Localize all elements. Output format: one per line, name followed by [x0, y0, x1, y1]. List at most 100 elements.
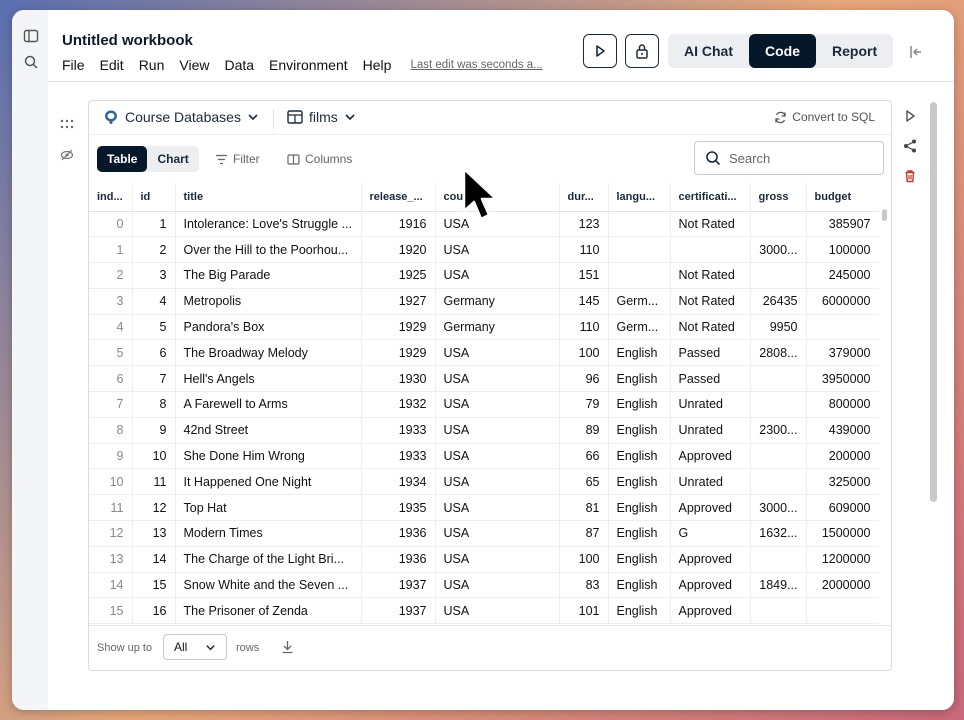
- run-cell-icon[interactable]: [902, 108, 918, 124]
- table-cell[interactable]: USA: [435, 572, 560, 599]
- table-cell[interactable]: 2: [132, 236, 176, 264]
- table-cell[interactable]: She Done Him Wrong: [175, 443, 362, 470]
- table-row[interactable]: 3 4 Metropolis 1927 Germany 145 Germ... Not Rat…: [89, 288, 879, 315]
- table-cell[interactable]: Modern Times: [175, 520, 362, 547]
- table-cell[interactable]: 10: [89, 468, 133, 496]
- table-cell[interactable]: 42nd Street: [175, 417, 362, 444]
- table-cell[interactable]: 1500000: [806, 520, 879, 547]
- table-row[interactable]: 1 2 Over the Hill to the Poorhou... 1920 USA…: [89, 236, 879, 264]
- table-cell[interactable]: Over the Hill to the Poorhou...: [175, 236, 362, 264]
- table-cell[interactable]: [750, 391, 807, 418]
- table-row[interactable]: 2 3 The Big Parade 1925 USA 151 Not Rated 24500…: [89, 262, 879, 289]
- mode-report[interactable]: Report: [816, 34, 893, 68]
- table-cell[interactable]: Not Rated: [670, 262, 751, 289]
- table-cell[interactable]: [750, 546, 807, 573]
- table-cell[interactable]: 800000: [806, 391, 879, 418]
- table-cell[interactable]: USA: [435, 494, 560, 522]
- column-header[interactable]: certificati...: [670, 183, 751, 212]
- table-cell[interactable]: Germ...: [608, 288, 671, 315]
- table-cell[interactable]: 12: [89, 520, 133, 547]
- table-cell[interactable]: English: [608, 468, 671, 496]
- table-cell[interactable]: 89: [559, 417, 609, 444]
- table-cell[interactable]: 15: [89, 597, 133, 625]
- table-cell[interactable]: 8: [132, 391, 176, 418]
- table-cell[interactable]: English: [608, 391, 671, 418]
- table-cell[interactable]: Approved: [670, 494, 751, 522]
- table-cell[interactable]: [608, 262, 671, 289]
- table-cell[interactable]: 96: [559, 365, 609, 393]
- table-cell[interactable]: 2000000: [806, 572, 879, 599]
- mode-ai-chat[interactable]: AI Chat: [668, 34, 749, 68]
- column-header[interactable]: budget: [806, 183, 879, 212]
- table-cell[interactable]: 2808...: [750, 339, 807, 367]
- table-cell[interactable]: USA: [435, 520, 560, 547]
- column-header[interactable]: dur...: [559, 183, 609, 212]
- table-cell[interactable]: 1929: [361, 339, 436, 367]
- column-header[interactable]: langu...: [608, 183, 671, 212]
- table-cell[interactable]: Approved: [670, 546, 751, 573]
- table-cell[interactable]: 1916: [361, 211, 436, 238]
- table-cell[interactable]: It Happened One Night: [175, 468, 362, 496]
- menu-file[interactable]: File: [62, 57, 85, 73]
- table-row[interactable]: 5 6 The Broadway Melody 1929 USA 100 English Pa…: [89, 339, 879, 367]
- table-cell[interactable]: G: [670, 520, 751, 547]
- table-cell[interactable]: 3000...: [750, 494, 807, 522]
- table-cell[interactable]: 145: [559, 288, 609, 315]
- view-table-tab[interactable]: Table: [97, 146, 148, 172]
- table-cell[interactable]: 14: [132, 546, 176, 573]
- table-cell[interactable]: Snow White and the Seven ...: [175, 572, 362, 599]
- table-cell[interactable]: 2300...: [750, 417, 807, 444]
- table-row[interactable]: 4 5 Pandora's Box 1929 Germany 110 Germ... Not …: [89, 314, 879, 341]
- table-cell[interactable]: [750, 211, 807, 238]
- table-cell[interactable]: 4: [89, 314, 133, 341]
- table-cell[interactable]: English: [608, 365, 671, 393]
- table-cell[interactable]: English: [608, 494, 671, 522]
- table-cell[interactable]: 151: [559, 262, 609, 289]
- delete-icon[interactable]: [902, 168, 918, 184]
- rows-limit-select[interactable]: All: [163, 634, 227, 660]
- drag-handle-icon[interactable]: [60, 119, 74, 129]
- share-icon[interactable]: [902, 138, 918, 154]
- table-cell[interactable]: Hell's Angels: [175, 365, 362, 393]
- table-cell[interactable]: Top Hat: [175, 494, 362, 522]
- table-cell[interactable]: 9: [132, 417, 176, 444]
- table-cell[interactable]: 1: [132, 211, 176, 238]
- table-cell[interactable]: Germany: [435, 288, 560, 315]
- table-cell[interactable]: English: [608, 417, 671, 444]
- table-cell[interactable]: 11: [89, 494, 133, 522]
- table-cell[interactable]: 6: [89, 365, 133, 393]
- column-header[interactable]: title: [175, 183, 362, 212]
- table-cell[interactable]: [670, 236, 751, 264]
- table-row[interactable]: 8 9 42nd Street 1933 USA 89 English Unrated 2300…: [89, 417, 879, 444]
- table-cell[interactable]: [806, 314, 879, 341]
- table-cell[interactable]: 609000: [806, 494, 879, 522]
- table-cell[interactable]: 1927: [361, 288, 436, 315]
- table-cell[interactable]: Unrated: [670, 391, 751, 418]
- menu-edit[interactable]: Edit: [100, 57, 124, 73]
- table-row[interactable]: 9 10 She Done Him Wrong 1933 USA 66 English App…: [89, 443, 879, 470]
- table-row[interactable]: 12 13 Modern Times 1936 USA 87 English G 1632...…: [89, 520, 879, 547]
- lock-button[interactable]: [625, 34, 659, 68]
- table-cell[interactable]: 2: [89, 262, 133, 289]
- table-cell[interactable]: The Prisoner of Zenda: [175, 597, 362, 625]
- table-cell[interactable]: Not Rated: [670, 211, 751, 238]
- table-cell[interactable]: 65: [559, 468, 609, 496]
- search-icon[interactable]: [23, 54, 39, 70]
- table-cell[interactable]: Not Rated: [670, 288, 751, 315]
- table-cell[interactable]: USA: [435, 236, 560, 264]
- table-cell[interactable]: 7: [132, 365, 176, 393]
- table-cell[interactable]: 100: [559, 546, 609, 573]
- workbook-scrollbar[interactable]: [930, 102, 937, 502]
- menu-help[interactable]: Help: [363, 57, 392, 73]
- table-cell[interactable]: 11: [132, 468, 176, 496]
- table-cell[interactable]: 15: [132, 572, 176, 599]
- table-cell[interactable]: 5: [89, 339, 133, 367]
- table-cell[interactable]: 13: [89, 546, 133, 573]
- filter-button[interactable]: Filter: [215, 152, 260, 166]
- table-cell[interactable]: 439000: [806, 417, 879, 444]
- column-header[interactable]: gross: [750, 183, 807, 212]
- table-cell[interactable]: The Charge of the Light Bri...: [175, 546, 362, 573]
- table-cell[interactable]: USA: [435, 262, 560, 289]
- menu-environment[interactable]: Environment: [269, 57, 348, 73]
- table-cell[interactable]: 9: [89, 443, 133, 470]
